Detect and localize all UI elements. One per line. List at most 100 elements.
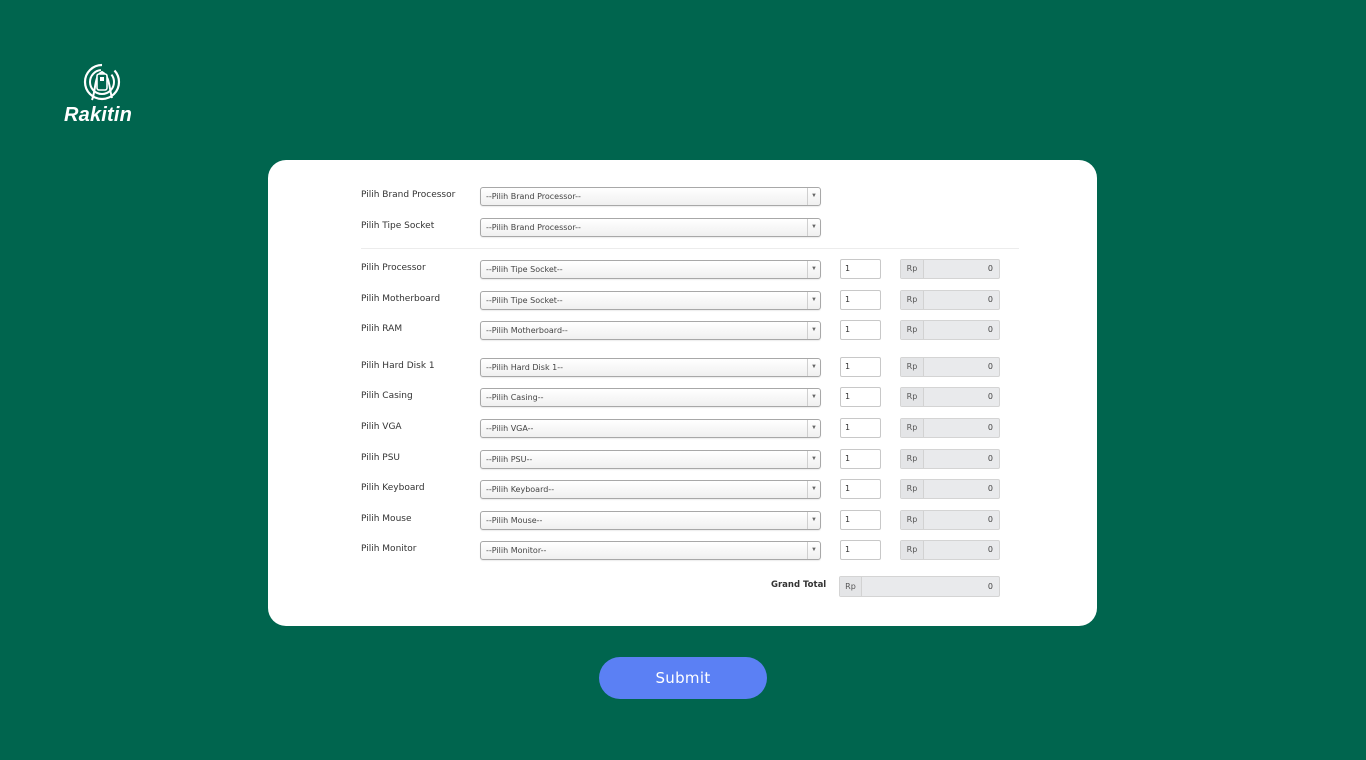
- quantity-input[interactable]: 1: [840, 387, 881, 407]
- select-value: --Pilih VGA--: [486, 424, 534, 433]
- field-label: Pilih Hard Disk 1: [361, 361, 435, 371]
- price-field: Rp 0: [900, 510, 1000, 530]
- currency-addon: Rp: [901, 511, 924, 529]
- hard-disk-select[interactable]: --Pilih Hard Disk 1-- ▼: [480, 358, 821, 377]
- field-label: Pilih RAM: [361, 324, 403, 334]
- component-row-keyboard: Pilih Keyboard --Pilih Keyboard-- ▼ 1 Rp…: [361, 479, 1001, 500]
- chevron-down-icon: ▼: [807, 481, 820, 498]
- price-field: Rp 0: [900, 357, 1000, 377]
- grand-total-field: Rp 0: [839, 576, 1000, 597]
- chevron-down-icon: ▼: [807, 512, 820, 529]
- currency-addon: Rp: [901, 419, 924, 437]
- submit-button[interactable]: Submit: [599, 657, 767, 699]
- select-value: --Pilih Brand Processor--: [486, 223, 581, 232]
- fingerprint-chip-icon: [83, 63, 121, 101]
- divider: [361, 248, 1019, 249]
- grand-total-label: Grand Total: [771, 580, 827, 590]
- motherboard-select[interactable]: --Pilih Tipe Socket-- ▼: [480, 291, 821, 310]
- mouse-select[interactable]: --Pilih Mouse-- ▼: [480, 511, 821, 530]
- field-label: Pilih PSU: [361, 453, 401, 463]
- select-value: --Pilih Hard Disk 1--: [486, 363, 563, 372]
- field-label: Pilih Motherboard: [361, 294, 441, 304]
- price-value: 0: [987, 484, 993, 493]
- tipe-socket-select[interactable]: --Pilih Brand Processor-- ▼: [480, 218, 821, 237]
- chevron-down-icon: ▼: [807, 389, 820, 406]
- casing-select[interactable]: --Pilih Casing-- ▼: [480, 388, 821, 407]
- price-value: 0: [987, 325, 993, 334]
- grand-total-value: 0: [987, 582, 993, 591]
- price-field: Rp 0: [900, 290, 1000, 310]
- build-form-card: Pilih Brand Processor --Pilih Brand Proc…: [268, 160, 1097, 626]
- field-label: Pilih Processor: [361, 263, 426, 273]
- select-value: --Pilih Keyboard--: [486, 485, 555, 494]
- currency-addon: Rp: [901, 260, 924, 278]
- select-value: --Pilih Tipe Socket--: [486, 296, 563, 305]
- select-value: --Pilih Monitor--: [486, 546, 547, 555]
- select-value: --Pilih Brand Processor--: [486, 192, 581, 201]
- select-value: --Pilih PSU--: [486, 455, 533, 464]
- quantity-input[interactable]: 1: [840, 418, 881, 438]
- processor-select[interactable]: --Pilih Tipe Socket-- ▼: [480, 260, 821, 279]
- price-field: Rp 0: [900, 540, 1000, 560]
- brand-processor-select[interactable]: --Pilih Brand Processor-- ▼: [480, 187, 821, 206]
- chevron-down-icon: ▼: [807, 451, 820, 468]
- quantity-input[interactable]: 1: [840, 540, 881, 560]
- chevron-down-icon: ▼: [807, 420, 820, 437]
- field-label: Pilih Casing: [361, 391, 413, 401]
- select-value: --Pilih Motherboard--: [486, 326, 568, 335]
- component-row-casing: Pilih Casing --Pilih Casing-- ▼ 1 Rp 0: [361, 387, 1001, 408]
- price-value: 0: [987, 515, 993, 524]
- price-value: 0: [987, 392, 993, 401]
- currency-addon: Rp: [901, 291, 924, 309]
- quantity-input[interactable]: 1: [840, 449, 881, 469]
- field-label: Pilih VGA: [361, 422, 402, 432]
- keyboard-select[interactable]: --Pilih Keyboard-- ▼: [480, 480, 821, 499]
- price-value: 0: [987, 545, 993, 554]
- ram-select[interactable]: --Pilih Motherboard-- ▼: [480, 321, 821, 340]
- field-label: Pilih Monitor: [361, 544, 417, 554]
- price-value: 0: [987, 295, 993, 304]
- quantity-input[interactable]: 1: [840, 479, 881, 499]
- currency-addon: Rp: [901, 480, 924, 498]
- component-row-processor: Pilih Processor --Pilih Tipe Socket-- ▼ …: [361, 259, 1001, 280]
- form-row-tipe-socket: Pilih Tipe Socket --Pilih Brand Processo…: [361, 218, 1001, 238]
- form-row-brand-processor: Pilih Brand Processor --Pilih Brand Proc…: [361, 187, 1001, 207]
- currency-addon: Rp: [901, 358, 924, 376]
- chevron-down-icon: ▼: [807, 542, 820, 559]
- component-row-monitor: Pilih Monitor --Pilih Monitor-- ▼ 1 Rp 0: [361, 540, 1001, 561]
- field-label: Pilih Brand Processor: [361, 190, 456, 200]
- select-value: --Pilih Mouse--: [486, 516, 543, 525]
- component-row-hard-disk: Pilih Hard Disk 1 --Pilih Hard Disk 1-- …: [361, 357, 1001, 378]
- component-row-ram: Pilih RAM --Pilih Motherboard-- ▼ 1 Rp 0: [361, 320, 1001, 341]
- chevron-down-icon: ▼: [807, 322, 820, 339]
- chevron-down-icon: ▼: [807, 359, 820, 376]
- currency-addon: Rp: [840, 577, 862, 596]
- brand-logo: Rakitin: [64, 62, 140, 130]
- vga-select[interactable]: --Pilih VGA-- ▼: [480, 419, 821, 438]
- field-label: Pilih Keyboard: [361, 483, 425, 493]
- currency-addon: Rp: [901, 541, 924, 559]
- chevron-down-icon: ▼: [807, 219, 820, 236]
- select-value: --Pilih Tipe Socket--: [486, 265, 563, 274]
- currency-addon: Rp: [901, 388, 924, 406]
- quantity-input[interactable]: 1: [840, 290, 881, 310]
- currency-addon: Rp: [901, 321, 924, 339]
- component-row-motherboard: Pilih Motherboard --Pilih Tipe Socket-- …: [361, 290, 1001, 311]
- price-value: 0: [987, 362, 993, 371]
- price-field: Rp 0: [900, 387, 1000, 407]
- price-value: 0: [987, 264, 993, 273]
- component-row-psu: Pilih PSU --Pilih PSU-- ▼ 1 Rp 0: [361, 449, 1001, 470]
- chevron-down-icon: ▼: [807, 292, 820, 309]
- psu-select[interactable]: --Pilih PSU-- ▼: [480, 450, 821, 469]
- quantity-input[interactable]: 1: [840, 320, 881, 340]
- component-row-mouse: Pilih Mouse --Pilih Mouse-- ▼ 1 Rp 0: [361, 510, 1001, 531]
- field-label: Pilih Tipe Socket: [361, 221, 435, 231]
- quantity-input[interactable]: 1: [840, 357, 881, 377]
- select-value: --Pilih Casing--: [486, 393, 544, 402]
- price-field: Rp 0: [900, 418, 1000, 438]
- quantity-input[interactable]: 1: [840, 259, 881, 279]
- quantity-input[interactable]: 1: [840, 510, 881, 530]
- monitor-select[interactable]: --Pilih Monitor-- ▼: [480, 541, 821, 560]
- chevron-down-icon: ▼: [807, 261, 820, 278]
- component-row-vga: Pilih VGA --Pilih VGA-- ▼ 1 Rp 0: [361, 418, 1001, 439]
